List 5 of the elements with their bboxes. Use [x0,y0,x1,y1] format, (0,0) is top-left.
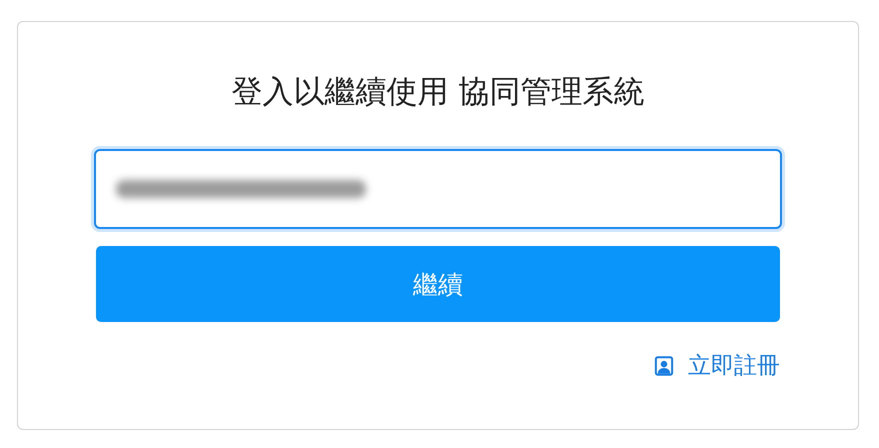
register-link[interactable]: 立即註冊 [654,350,780,381]
contact-card-icon [654,354,674,376]
email-field[interactable] [94,149,782,229]
page-title: 登入以繼續使用 協同管理系統 [232,73,644,112]
continue-button[interactable]: 繼續 [96,246,780,322]
